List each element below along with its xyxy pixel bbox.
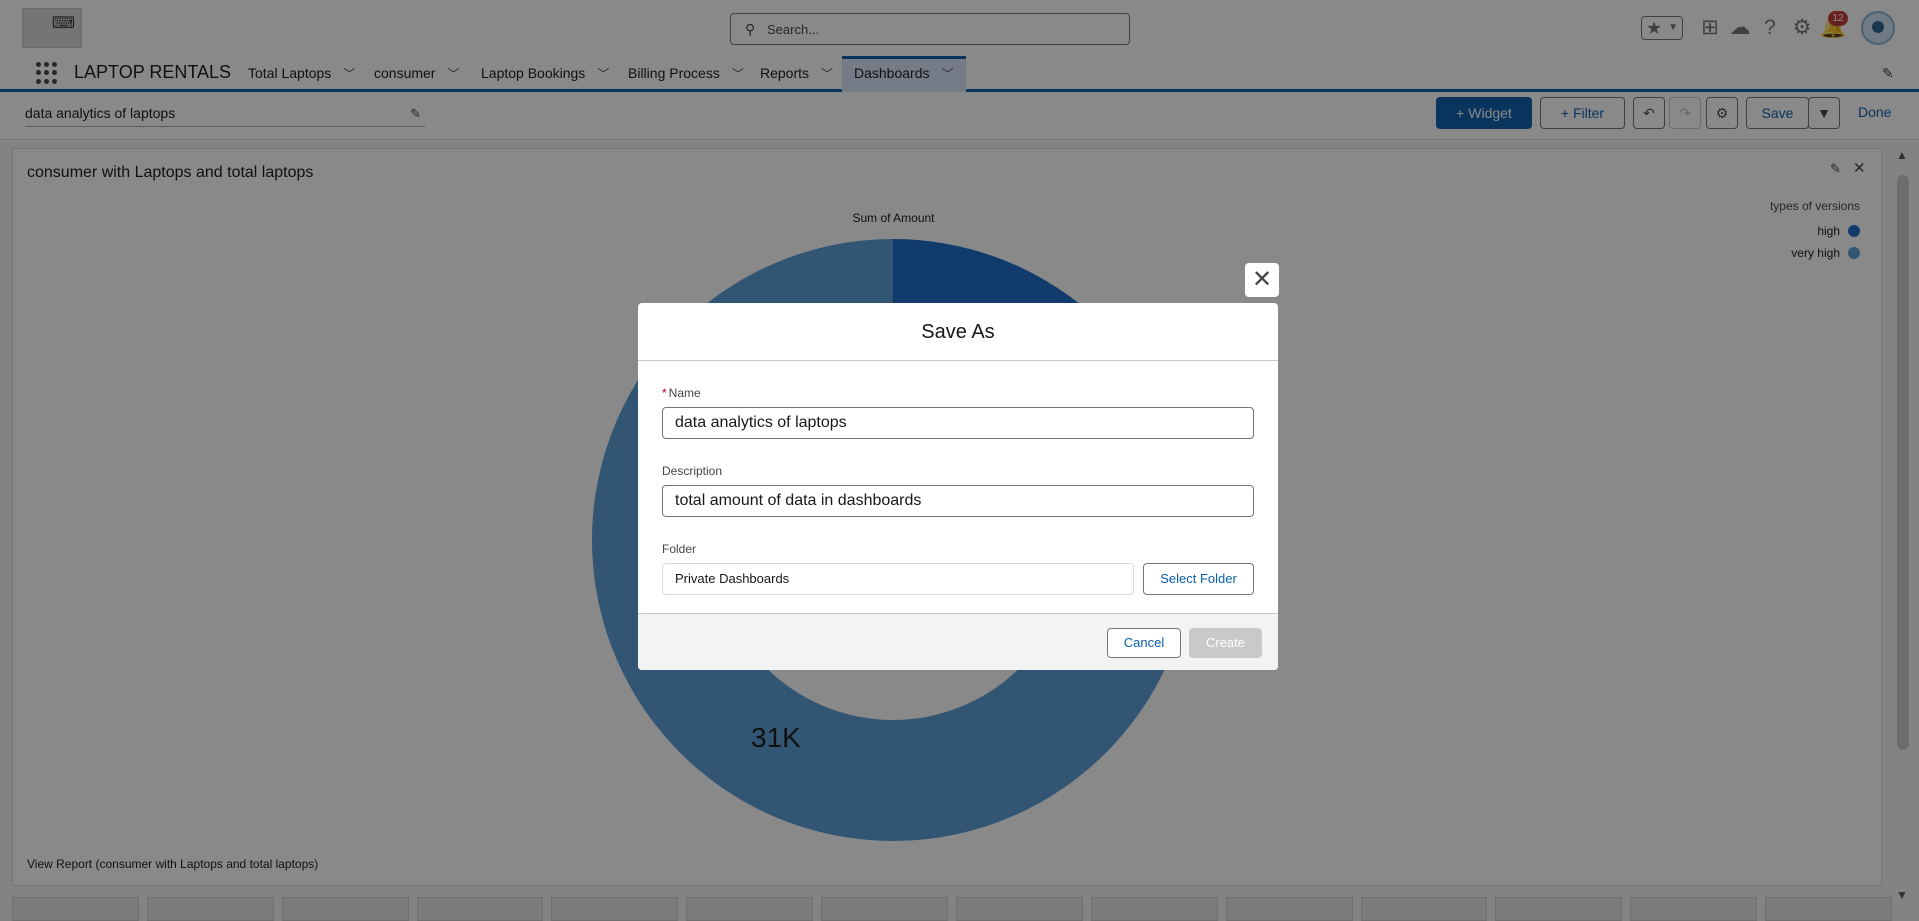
create-button[interactable]: Create: [1189, 628, 1262, 658]
required-asterisk: *: [662, 386, 667, 400]
cancel-button[interactable]: Cancel: [1107, 628, 1181, 658]
name-input[interactable]: [662, 407, 1254, 439]
folder-readonly-field: Private Dashboards: [662, 563, 1134, 595]
folder-field-label: Folder: [662, 542, 697, 556]
modal-close-icon[interactable]: ✕: [1245, 263, 1279, 297]
select-folder-button[interactable]: Select Folder: [1143, 563, 1254, 595]
name-field-label: * Name: [662, 386, 701, 400]
description-field-label: Description: [662, 464, 723, 478]
save-as-modal: Save As *Name Description Folder Private…: [638, 303, 1278, 670]
modal-title: Save As: [638, 303, 1278, 361]
name-label-text: Name: [668, 386, 701, 400]
description-input[interactable]: [662, 485, 1254, 517]
modal-footer: Cancel Create: [638, 613, 1278, 670]
